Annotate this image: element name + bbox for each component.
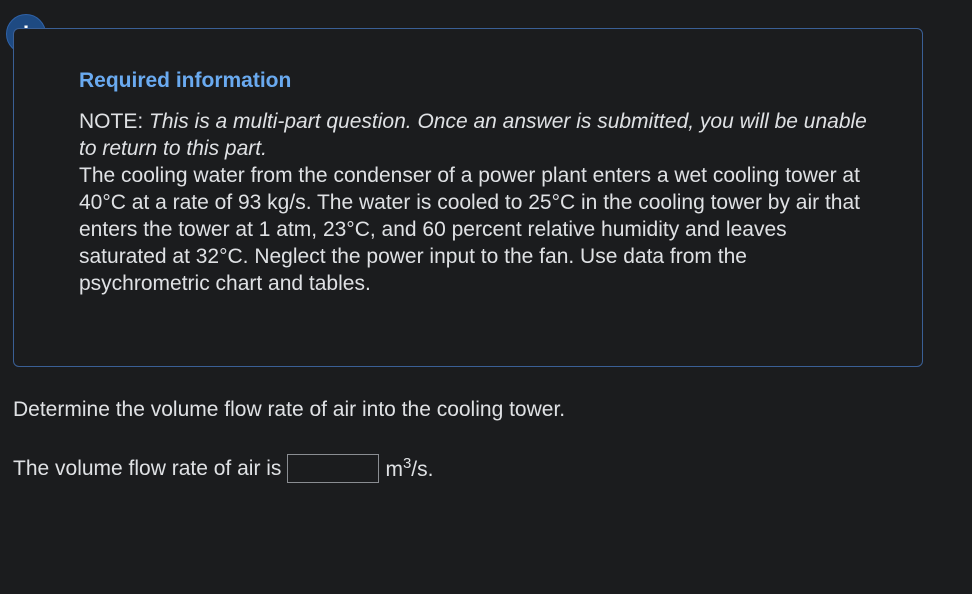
unit-base: m — [385, 458, 403, 481]
info-content: Required information NOTE: This is a mul… — [79, 67, 869, 297]
answer-row: The volume flow rate of air is m3/s. — [13, 454, 433, 483]
problem-statement: The cooling water from the condenser of … — [79, 164, 860, 295]
note-label: NOTE: — [79, 110, 150, 133]
note-text: This is a multi-part question. Once an a… — [79, 110, 867, 160]
unit-tail: /s. — [411, 458, 434, 481]
info-title: Required information — [79, 69, 292, 92]
question-prompt: Determine the volume flow rate of air in… — [13, 398, 566, 421]
unit-label: m3/s. — [385, 455, 433, 482]
volume-flow-rate-input[interactable] — [287, 454, 380, 483]
required-information-panel: Required information NOTE: This is a mul… — [13, 28, 923, 367]
info-note: NOTE: This is a multi-part question. Onc… — [79, 108, 869, 162]
answer-label: The volume flow rate of air is — [13, 456, 282, 480]
